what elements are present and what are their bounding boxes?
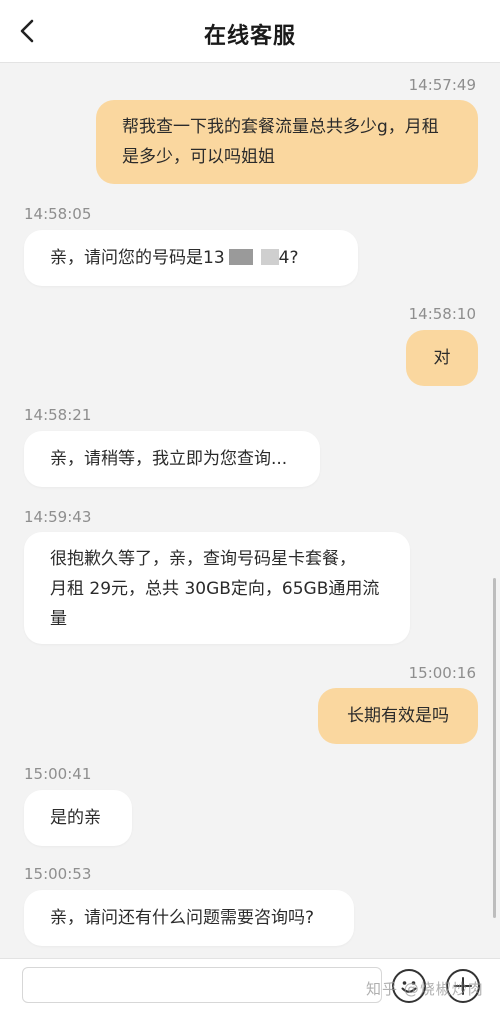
message-timestamp: 14:58:05	[24, 205, 92, 223]
message-timestamp: 14:58:10	[408, 305, 476, 323]
agent-message-bubble[interactable]: 亲，请问您的号码是13 4?	[24, 230, 358, 286]
page-title: 在线客服	[203, 24, 296, 49]
agent-message-bubble[interactable]: 很抱歉久等了，亲，查询号码星卡套餐， 月租 29元，总共 30GB定向，65GB…	[24, 532, 410, 644]
message-line: 月租 29元，总共 30GB定向，65GB通用流	[50, 579, 380, 599]
my-message-bubble[interactable]: 对	[406, 330, 478, 386]
message-timestamp: 14:59:43	[24, 508, 92, 526]
message-timestamp: 14:58:21	[24, 406, 92, 424]
redaction-block	[228, 249, 253, 265]
my-message-bubble[interactable]: 长期有效是吗	[318, 688, 478, 744]
scrollbar[interactable]	[493, 578, 496, 918]
agent-message-bubble[interactable]: 亲，请问还有什么问题需要咨询吗?	[24, 890, 354, 946]
message-line: 是多少，可以吗姐姐	[122, 147, 275, 167]
message-line: 帮我查一下我的套餐流量总共多少g，月租	[122, 117, 439, 137]
message-text: 对	[433, 348, 451, 368]
message-text: 是的亲	[50, 808, 101, 828]
watermark: 知乎 @烧椒炒肉	[366, 980, 484, 998]
message-input[interactable]	[22, 967, 382, 1003]
my-message-bubble[interactable]: 帮我查一下我的套餐流量总共多少g，月租 是多少，可以吗姐姐	[96, 100, 478, 184]
message-text: 亲，请稍等，我立即为您查询...	[50, 449, 288, 469]
message-text: 亲，请问您的号码是13	[50, 248, 225, 268]
chat-area[interactable]: 14:57:49 帮我查一下我的套餐流量总共多少g，月租 是多少，可以吗姐姐 1…	[0, 62, 500, 958]
message-text: 亲，请问还有什么问题需要咨询吗?	[50, 908, 315, 928]
top-bar: 在线客服	[0, 0, 500, 62]
message-text: 4?	[278, 248, 299, 268]
redaction-block	[260, 249, 279, 265]
message-timestamp: 15:00:53	[24, 865, 92, 883]
message-timestamp: 15:00:16	[408, 664, 476, 682]
message-text: 长期有效是吗	[347, 706, 449, 726]
message-line: 量	[50, 609, 67, 629]
agent-message-bubble[interactable]: 亲，请稍等，我立即为您查询...	[24, 431, 320, 487]
message-line: 很抱歉久等了，亲，查询号码星卡套餐，	[50, 549, 356, 569]
agent-message-bubble[interactable]: 是的亲	[24, 790, 132, 846]
message-timestamp: 15:00:41	[24, 765, 92, 783]
message-timestamp: 14:57:49	[408, 76, 476, 94]
